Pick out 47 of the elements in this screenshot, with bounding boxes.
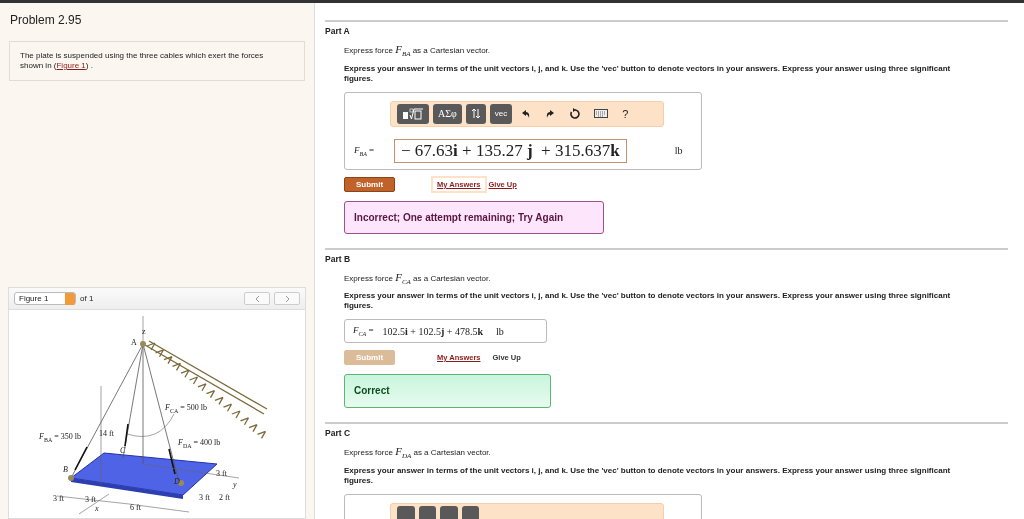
- figure-label: x: [95, 504, 99, 513]
- figure-label: F$_{DA}$ = 400 lb: [178, 438, 221, 451]
- figure-count: of 1: [80, 294, 94, 303]
- answer-instructions: Express your answer in terms of the unit vectors i, j, and k. Use the 'vec' button to denote vectors in your answers. Express your answer using three significant figures.: [344, 465, 952, 486]
- part-title: Part B: [325, 253, 352, 264]
- problem-description: The plate is suspended using the three cables which exert the forces shown in (Figure 1) .: [20, 51, 265, 71]
- submit-button[interactable]: Submit: [344, 176, 395, 192]
- answer-label: F$_{BA}$ =: [354, 144, 376, 157]
- figure-label: 3 ft: [216, 469, 227, 478]
- question-prompt: Express force F$_{BA}$ as a Cartesian vector.: [344, 43, 492, 58]
- problem-title: Problem 2.95: [10, 13, 82, 27]
- answer-instructions: Express your answer in terms of the unit vectors i, j, and k. Use the 'vec' button to denote vectors in your answers. Express your answer using three significant figures.: [344, 291, 952, 312]
- unit-label: lb: [674, 145, 683, 157]
- figure-label: F$_{BA}$ = 350 lb: [39, 432, 81, 445]
- figure-label: A: [131, 338, 137, 347]
- figure-label: C: [120, 446, 126, 455]
- figure-label: D: [174, 477, 180, 486]
- figure-label: 14 ft: [99, 429, 114, 438]
- figure-link[interactable]: Figure 1: [56, 61, 86, 70]
- correct-message: Correct: [344, 374, 551, 408]
- unit-label: lb: [495, 325, 504, 337]
- answer-instructions: Express your answer in terms of the unit vectors i, j, and k. Use the 'vec' button to denote vectors in your answers. Express your answer using three significant figures.: [344, 63, 952, 84]
- answer-label: F$_{CA}$ =: [353, 325, 374, 337]
- figure-label: B: [63, 465, 68, 474]
- part-title: Part A: [325, 26, 351, 36]
- up-down-arrows-icon[interactable]: [470, 108, 481, 120]
- figure-label: 2 ft: [219, 493, 230, 502]
- template-icon[interactable]: [402, 107, 424, 120]
- answer-value: 102.5i + 102.5j + 478.5k: [382, 325, 483, 337]
- figure-label: z: [142, 327, 146, 336]
- vec-button[interactable]: vec: [489, 103, 513, 124]
- chevron-left-icon[interactable]: [253, 294, 261, 303]
- figure-label: F$_{CA}$ = 500 lb: [165, 403, 207, 416]
- question-prompt: Express force F$_{CA}$ as a Cartesian vector.: [344, 270, 492, 286]
- figure-select[interactable]: Figure 1: [14, 292, 76, 305]
- figure-label: 6 ft: [130, 503, 141, 512]
- symbols-button[interactable]: ΑΣφ: [433, 103, 462, 124]
- chevron-right-icon[interactable]: [283, 294, 291, 303]
- figure-label: 3 ft: [85, 495, 96, 504]
- answer-field[interactable]: − 67.63i + 135.27 j + 315.637k: [394, 138, 627, 163]
- figure-label: y: [233, 480, 237, 489]
- help-button[interactable]: ?: [617, 107, 634, 120]
- figure-label: 3 ft: [53, 494, 64, 503]
- question-prompt: Express force F$_{DA}$ as a Cartesian vector.: [344, 445, 492, 460]
- figure-label: 3 ft: [199, 493, 210, 502]
- part-title: Part C: [325, 428, 352, 438]
- incorrect-message: Incorrect; One attempt remaining; Try Again: [344, 200, 604, 234]
